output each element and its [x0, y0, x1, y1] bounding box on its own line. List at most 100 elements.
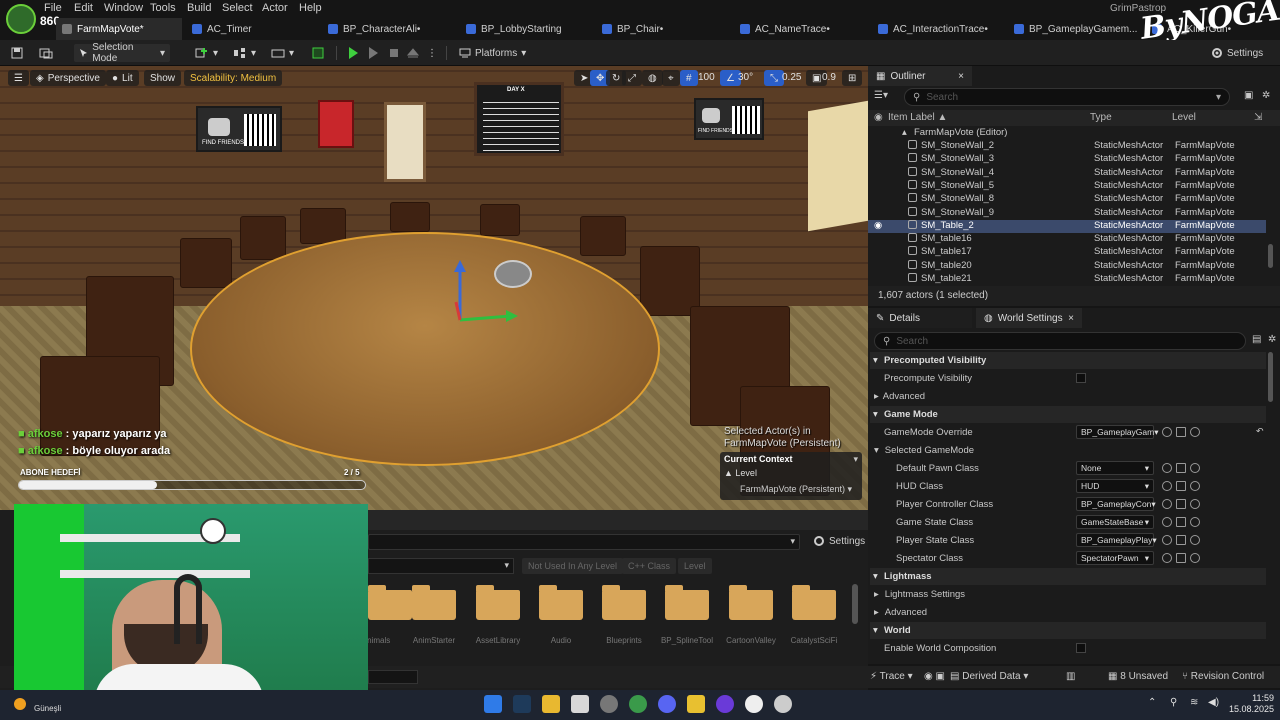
modes-button[interactable] — [306, 44, 330, 62]
level-dropdown[interactable]: FarmMapVote (Persistent) ▾ — [740, 484, 852, 495]
menu-build[interactable]: Build — [187, 2, 211, 14]
derived-data-button[interactable]: ▤ Derived Data ▾ — [950, 671, 1028, 682]
grid-snap-button[interactable]: # — [680, 70, 698, 86]
scale-snap-value[interactable]: 0.25 — [782, 72, 801, 83]
details-search-input[interactable]: ⚲ Search — [874, 332, 1246, 350]
outliner-row[interactable]: SM_table17 StaticMeshActor FarmMapVote — [868, 246, 1266, 259]
lightmass-settings-expander[interactable]: ▸ Lightmass Settings — [870, 585, 1266, 603]
media-player-icon[interactable] — [774, 695, 792, 713]
menu-window[interactable]: Window — [104, 2, 143, 14]
play-button[interactable] — [344, 44, 363, 62]
pin-icon[interactable]: ⇲ — [1254, 112, 1262, 123]
outliner-scrollbar[interactable] — [1268, 244, 1273, 268]
unsaved-button[interactable]: ▦ 8 Unsaved — [1108, 671, 1168, 682]
outliner-row[interactable]: SM_StoneWall_2 StaticMeshActor FarmMapVote — [868, 140, 1266, 153]
menu-actor[interactable]: Actor — [262, 2, 288, 14]
col-item-label[interactable]: Item Label ▲ — [888, 112, 947, 123]
visibility-icon[interactable]: ◉ — [874, 112, 883, 123]
add-folder-icon[interactable]: ▣ — [1244, 90, 1253, 101]
browse-icon[interactable] — [1162, 481, 1172, 491]
discord-icon[interactable] — [658, 695, 676, 713]
add-actor-button[interactable]: ▾ — [190, 44, 223, 62]
selected-gamemode-expander[interactable]: ▾ Selected GameMode — [870, 441, 1266, 459]
outliner-row[interactable]: SM_StoneWall_8 StaticMeshActor FarmMapVote — [868, 193, 1266, 206]
class-dropdown[interactable]: BP_GameplayPlay ▾ — [1076, 533, 1157, 547]
collapse-icon[interactable]: ▾ — [853, 454, 858, 465]
layout-icon[interactable]: ▥ — [1066, 671, 1075, 682]
scalability-warning[interactable]: Scalability: Medium — [184, 70, 283, 86]
outliner-root-row[interactable]: ▴ FarmMapVote (Editor) — [868, 127, 1266, 140]
section-lightmass[interactable]: ▾ Lightmass — [870, 568, 1266, 585]
tab-bp-chair[interactable]: BP_Chair• — [596, 18, 669, 40]
tab-ac-nametrace[interactable]: AC_NameTrace• — [734, 18, 836, 40]
menu-help[interactable]: Help — [299, 2, 322, 14]
lit-button[interactable]: ● Lit — [106, 70, 139, 86]
github-icon[interactable] — [716, 695, 734, 713]
surface-snap-button[interactable]: ⌖ — [662, 70, 680, 86]
maximize-viewport-button[interactable]: ⊞ — [842, 70, 863, 86]
viewport-menu-button[interactable]: ☰ — [8, 70, 29, 86]
close-icon[interactable]: × — [1068, 313, 1074, 324]
save-icon[interactable] — [6, 44, 28, 62]
expand-icon[interactable]: ▴ — [902, 127, 907, 138]
add-icon[interactable] — [1190, 517, 1200, 527]
advanced-expander[interactable]: ▸ Advanced — [870, 603, 1266, 621]
cinematics-button[interactable]: ▾ — [266, 44, 299, 62]
path-dropdown[interactable]: ▾ — [368, 534, 800, 550]
section-precomputed-visibility[interactable]: ▾ Precomputed Visibility — [870, 352, 1266, 369]
filter-level[interactable]: Level — [678, 558, 712, 574]
scale-snap-button[interactable]: ⤡ — [764, 70, 784, 86]
details-scrollbar[interactable] — [1268, 352, 1273, 402]
folder-icon[interactable] — [792, 585, 836, 620]
table-view-icon[interactable]: ▤ — [1252, 334, 1261, 345]
selected-round-table[interactable] — [190, 232, 660, 466]
advanced-expander[interactable]: ▸ Advanced — [870, 387, 1266, 405]
menu-tools[interactable]: Tools — [150, 2, 176, 14]
content-scrollbar[interactable] — [852, 584, 858, 624]
close-icon[interactable]: × — [958, 71, 964, 82]
grid-snap-value[interactable]: 100 — [698, 72, 715, 83]
add-icon[interactable] — [1190, 481, 1200, 491]
browse-icon[interactable] — [1162, 427, 1172, 437]
folder-icon[interactable] — [1176, 481, 1186, 491]
browse-icon[interactable] — [1162, 535, 1172, 545]
file-explorer-icon[interactable] — [542, 695, 560, 713]
play-options-button[interactable]: ⋮ — [422, 44, 442, 62]
volume-icon[interactable]: ◀) — [1208, 697, 1219, 708]
gear-icon[interactable]: ✲ — [1268, 334, 1276, 345]
add-icon[interactable] — [1190, 553, 1200, 563]
add-icon[interactable] — [1190, 427, 1200, 437]
browse-icon[interactable] — [1162, 553, 1172, 563]
outliner-row[interactable]: SM_table21 StaticMeshActor FarmMapVote — [868, 273, 1266, 286]
cmd-input[interactable] — [368, 670, 418, 684]
filter-dropdown[interactable]: ▾ — [368, 558, 514, 574]
add-icon[interactable] — [1190, 463, 1200, 473]
class-dropdown[interactable]: SpectatorPawn ▾ — [1076, 551, 1154, 565]
tray-chevron-icon[interactable]: ⌃ — [1148, 697, 1156, 708]
tab-bp-lobbystarting[interactable]: BP_LobbyStarting — [460, 18, 568, 40]
settings-button[interactable]: Settings — [1206, 44, 1268, 62]
content-icon[interactable] — [34, 44, 58, 62]
reset-icon[interactable]: ↶ — [1256, 426, 1264, 437]
folder-icon[interactable] — [476, 585, 520, 620]
outliner-tab[interactable]: ▦ Outliner × — [868, 66, 972, 86]
filter-cpp-class[interactable]: C++ Class — [622, 558, 677, 574]
unreal-engine-icon[interactable] — [745, 695, 763, 713]
gear-icon[interactable]: ✲ — [1262, 90, 1270, 101]
obs-icon[interactable] — [600, 695, 618, 713]
platforms-button[interactable]: Platforms ▾ — [454, 44, 531, 62]
browse-icon[interactable] — [1162, 463, 1172, 473]
col-level[interactable]: Level — [1172, 112, 1196, 123]
class-dropdown[interactable]: GameStateBase ▾ — [1076, 515, 1154, 529]
tab-bp-characterali[interactable]: BP_CharacterAli• — [322, 18, 426, 40]
folder-icon[interactable] — [729, 585, 773, 620]
class-dropdown[interactable]: HUD ▾ — [1076, 479, 1154, 493]
microphone-icon[interactable]: ⚲ — [1170, 697, 1177, 708]
taskbar-clock[interactable]: 11:59 15.08.2025 — [1228, 693, 1274, 715]
visibility-icon[interactable]: ◉ — [874, 220, 882, 231]
folder-icon[interactable] — [1176, 553, 1186, 563]
camera-speed-value[interactable]: 0.9 — [822, 72, 836, 83]
record-icon[interactable]: ◉ ▣ — [924, 671, 945, 682]
folder-icon[interactable] — [602, 585, 646, 620]
gamemode-override-dropdown[interactable]: BP_GameplayGam ▾ — [1076, 425, 1159, 439]
